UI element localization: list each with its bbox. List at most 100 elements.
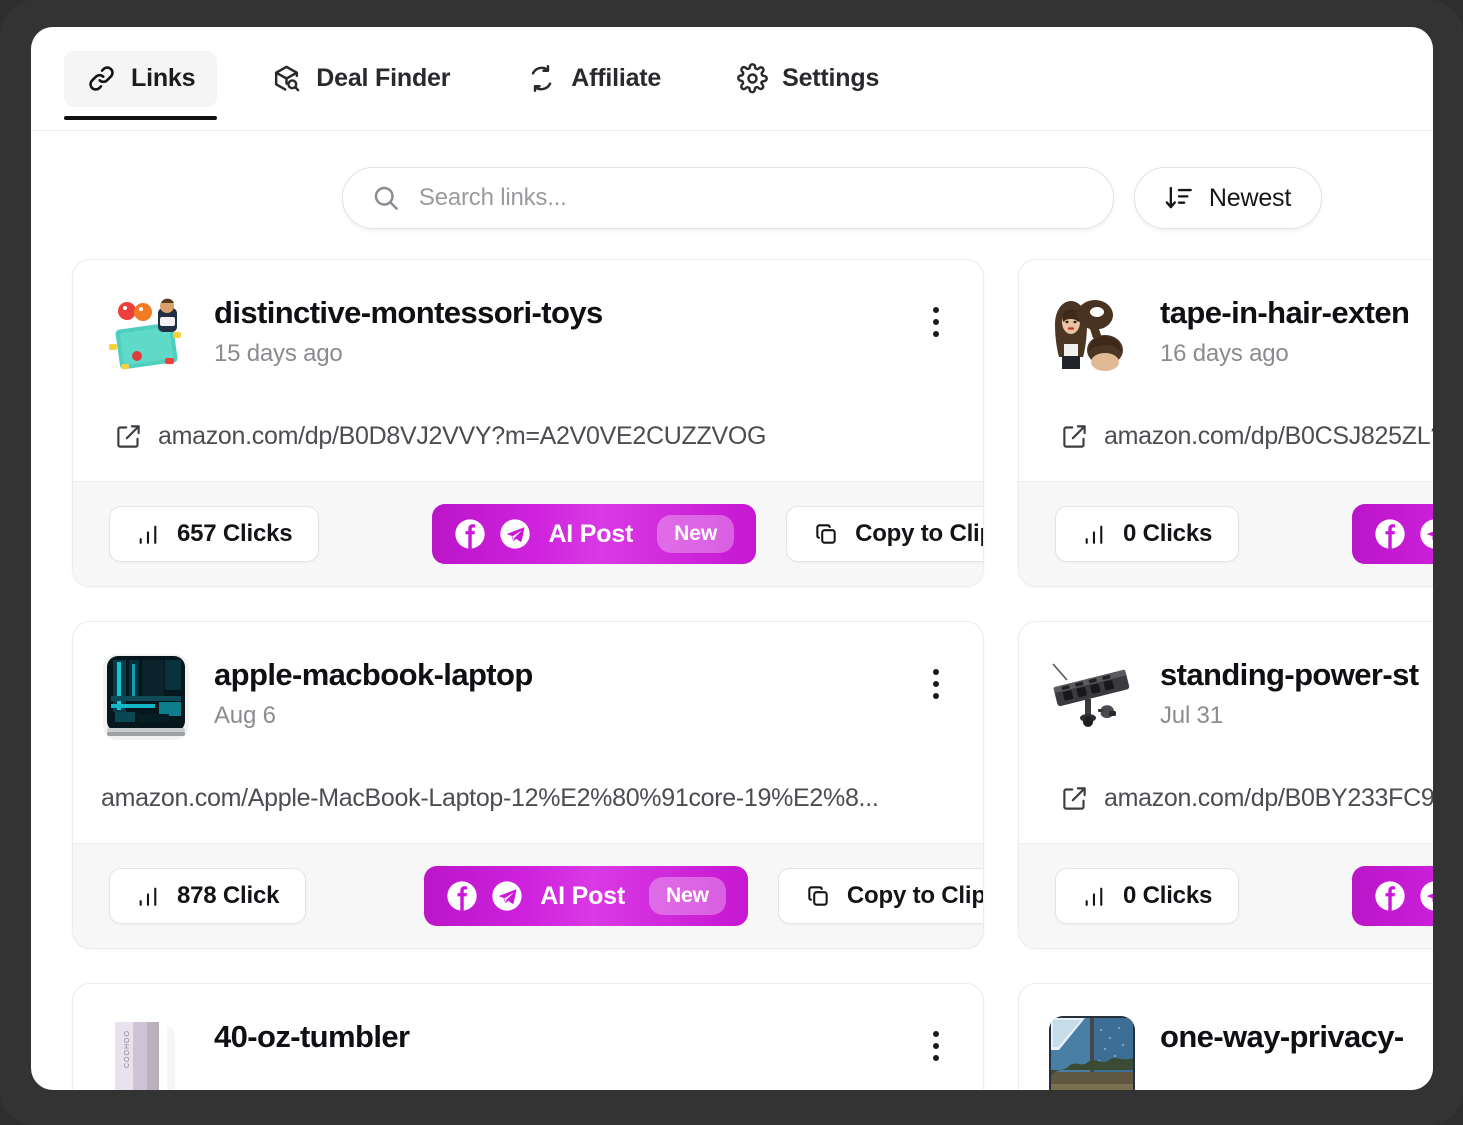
- link-card-headtext: standing-power-st Jul 31: [1160, 654, 1433, 730]
- package-search-icon: [271, 63, 302, 94]
- link-card-header: COOHOO 40-oz-tumbler: [103, 1016, 953, 1090]
- power-strip-thumbnail: [1049, 654, 1135, 740]
- facebook-icon: [1374, 880, 1406, 912]
- privacy-window-film-thumbnail: [1049, 1016, 1135, 1090]
- link-card-headtext: apple-macbook-laptop Aug 6: [214, 654, 894, 730]
- hair-extensions-thumbnail: [1049, 292, 1135, 378]
- link-card[interactable]: tape-in-hair-exten 16 days ago: [1018, 259, 1433, 587]
- card-menu-button[interactable]: [919, 662, 953, 706]
- link-title: one-way-privacy-: [1160, 1020, 1433, 1055]
- clicks-button[interactable]: 657 Clicks: [109, 506, 319, 562]
- external-link-icon: [1061, 785, 1088, 812]
- clicks-label: 0 Clicks: [1123, 882, 1212, 910]
- link-url-text: amazon.com/dp/B0D8VJ2VVY?m=A2V0VE2CUZZVO…: [158, 422, 766, 451]
- link-title: apple-macbook-laptop: [214, 658, 894, 693]
- link-url-row[interactable]: amazon.com/dp/B0CSJ825ZL?: [1061, 422, 1433, 451]
- link-card-actions: 0 Clicks: [1019, 481, 1433, 586]
- search-icon: [371, 183, 401, 213]
- tab-affiliate[interactable]: Affiliate: [504, 51, 683, 107]
- tab-label-deal-finder: Deal Finder: [316, 64, 450, 93]
- link-date: Aug 6: [214, 702, 894, 730]
- link-card[interactable]: distinctive-montessori-toys 15 days ago: [72, 259, 984, 587]
- copy-icon: [805, 883, 831, 909]
- telegram-icon: [1419, 880, 1433, 912]
- ai-post-button[interactable]: AI Post New: [1352, 866, 1433, 926]
- link-url-text: amazon.com/Apple-MacBook-Laptop-12%E2%80…: [101, 784, 879, 813]
- link-card-actions: 878 Click: [73, 843, 983, 948]
- app-window: Links Deal Finder: [31, 27, 1433, 1090]
- link-card-header: standing-power-st Jul 31: [1049, 654, 1433, 740]
- main-tab-bar: Links Deal Finder: [31, 27, 1433, 131]
- ai-post-button[interactable]: AI Post New: [432, 504, 756, 564]
- device-frame: Links Deal Finder: [0, 0, 1463, 1125]
- bar-chart-icon: [1082, 884, 1107, 909]
- clicks-label: 657 Clicks: [177, 520, 292, 548]
- link-card-body: tape-in-hair-exten 16 days ago: [1019, 260, 1433, 481]
- card-menu-button[interactable]: [919, 300, 953, 344]
- montessori-toys-thumbnail: [103, 292, 189, 378]
- link-url-text: amazon.com/dp/B0CSJ825ZL?: [1104, 422, 1433, 451]
- clicks-button[interactable]: 0 Clicks: [1055, 868, 1239, 924]
- clicks-button[interactable]: 0 Clicks: [1055, 506, 1239, 562]
- telegram-icon: [1419, 518, 1433, 550]
- copy-to-clipboard-button[interactable]: Copy to Clipboard: [778, 868, 984, 924]
- link-card[interactable]: COOHOO 40-oz-tumbler: [72, 983, 984, 1090]
- copy-label: Copy to Clipboard: [855, 520, 984, 548]
- link-card-body: distinctive-montessori-toys 15 days ago: [73, 260, 983, 481]
- links-toolbar: Newest: [31, 131, 1433, 235]
- clicks-label: 878 Click: [177, 882, 279, 910]
- card-menu-button[interactable]: [919, 1024, 953, 1068]
- tab-label-settings: Settings: [782, 64, 879, 93]
- ai-post-button[interactable]: AI Post New: [1352, 504, 1433, 564]
- link-card-headtext: 40-oz-tumbler: [214, 1016, 894, 1064]
- link-card-body: apple-macbook-laptop Aug 6 amazon.com/Ap…: [73, 622, 983, 843]
- link-card[interactable]: standing-power-st Jul 31: [1018, 621, 1433, 949]
- sort-button[interactable]: Newest: [1134, 167, 1322, 229]
- svg-text:COOHOO: COOHOO: [124, 1030, 131, 1068]
- link-icon: [86, 63, 117, 94]
- link-title: 40-oz-tumbler: [214, 1020, 894, 1055]
- clicks-button[interactable]: 878 Click: [109, 868, 306, 924]
- link-card[interactable]: one-way-privacy-: [1018, 983, 1433, 1090]
- ai-post-button[interactable]: AI Post New: [424, 866, 748, 926]
- sort-descending-icon: [1165, 184, 1193, 212]
- new-badge: New: [649, 877, 726, 915]
- tumbler-thumbnail: COOHOO: [103, 1016, 189, 1090]
- link-date: 16 days ago: [1160, 340, 1433, 368]
- link-url-text: amazon.com/dp/B0BY233FC9: [1104, 784, 1433, 813]
- link-card-body: COOHOO 40-oz-tumbler: [73, 984, 983, 1090]
- clicks-label: 0 Clicks: [1123, 520, 1212, 548]
- link-title: tape-in-hair-exten: [1160, 296, 1433, 331]
- external-link-icon: [115, 423, 142, 450]
- link-card-headtext: tape-in-hair-exten 16 days ago: [1160, 292, 1433, 368]
- link-date: 15 days ago: [214, 340, 894, 368]
- link-card-header: one-way-privacy-: [1049, 1016, 1433, 1090]
- ai-post-label: AI Post: [548, 520, 633, 549]
- tab-deal-finder[interactable]: Deal Finder: [249, 51, 472, 107]
- external-link-icon: [1061, 423, 1088, 450]
- search-input[interactable]: [419, 184, 1059, 212]
- bar-chart-icon: [1082, 522, 1107, 547]
- link-date: Jul 31: [1160, 702, 1433, 730]
- gear-icon: [737, 63, 768, 94]
- link-url-row[interactable]: amazon.com/dp/B0D8VJ2VVY?m=A2V0VE2CUZZVO…: [115, 422, 953, 451]
- link-url-row[interactable]: amazon.com/dp/B0BY233FC9: [1061, 784, 1433, 813]
- link-card[interactable]: apple-macbook-laptop Aug 6 amazon.com/Ap…: [72, 621, 984, 949]
- ai-post-label: AI Post: [540, 882, 625, 911]
- link-url-row[interactable]: amazon.com/Apple-MacBook-Laptop-12%E2%80…: [101, 784, 953, 813]
- link-card-header: distinctive-montessori-toys 15 days ago: [103, 292, 953, 378]
- link-card-actions: 0 Clicks: [1019, 843, 1433, 948]
- link-card-body: standing-power-st Jul 31: [1019, 622, 1433, 843]
- tab-links[interactable]: Links: [64, 51, 217, 107]
- link-card-header: apple-macbook-laptop Aug 6: [103, 654, 953, 740]
- refresh-cycle-icon: [526, 63, 557, 94]
- facebook-icon: [446, 880, 478, 912]
- search-field-wrapper[interactable]: [342, 167, 1114, 229]
- copy-to-clipboard-button[interactable]: Copy to Clipboard: [786, 506, 984, 562]
- copy-icon: [813, 521, 839, 547]
- facebook-icon: [454, 518, 486, 550]
- tab-label-links: Links: [131, 64, 195, 93]
- tab-settings[interactable]: Settings: [715, 51, 901, 107]
- telegram-icon: [499, 518, 531, 550]
- link-title: distinctive-montessori-toys: [214, 296, 894, 331]
